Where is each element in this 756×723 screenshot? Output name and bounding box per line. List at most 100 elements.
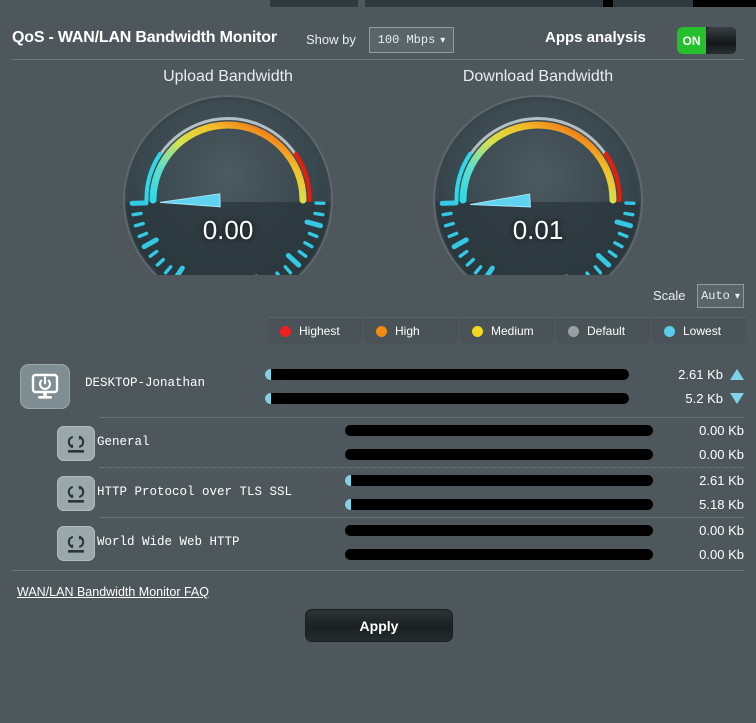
- device-upload-value-line: 2.61 Kb: [624, 366, 744, 383]
- legend-label: Medium: [491, 324, 534, 338]
- app-values: 0.00 Kb 0.00 Kb: [624, 522, 744, 563]
- app-download-value: 0.00 Kb: [699, 547, 744, 562]
- chevron-down-icon: ▾: [440, 34, 446, 46]
- toggle-on-label: ON: [677, 27, 706, 54]
- app-upload-bar: [345, 425, 653, 436]
- app-download-value: 0.00 Kb: [699, 447, 744, 462]
- legend-label: Lowest: [683, 324, 722, 338]
- bar-fill: [345, 499, 351, 510]
- app-traffic-icon: [57, 426, 95, 461]
- app-bars: [345, 425, 653, 460]
- value-spacer: [624, 489, 744, 496]
- app-row[interactable]: General 0.00 Kb 0.00 Kb: [0, 417, 756, 467]
- upload-gauge-dial: [123, 95, 333, 275]
- device-download-value: 5.2 Kb: [685, 391, 723, 406]
- upload-gauge-value: 0.00: [202, 215, 254, 245]
- bar-fill: [265, 369, 271, 380]
- download-gauge-value: 0.01: [512, 215, 564, 245]
- device-download-value-line: 5.2 Kb: [624, 390, 744, 407]
- device-values: 2.61 Kb 5.2 Kb: [624, 366, 744, 407]
- app-download-value: 5.18 Kb: [699, 497, 744, 512]
- bar-track: [345, 499, 653, 510]
- row-separator: [100, 517, 744, 518]
- device-bars: [265, 369, 629, 404]
- priority-dot-icon: [280, 325, 291, 337]
- device-name: DESKTOP-Jonathan: [85, 376, 206, 390]
- app-download-value-line: 5.18 Kb: [624, 496, 744, 513]
- toggle-knob[interactable]: [706, 27, 736, 54]
- device-row[interactable]: DESKTOP-Jonathan 2.61 Kb 5.2 Kb: [0, 355, 756, 417]
- priority-dot-icon: [376, 325, 387, 337]
- upload-bandwidth-gauge: Upload Bandwidth 0.00: [108, 60, 348, 275]
- download-arrow-icon: [730, 393, 744, 404]
- app-download-bar: [345, 499, 653, 510]
- app-bars: [345, 525, 653, 560]
- priority-legend: Highest High Medium Default Lowest: [268, 317, 746, 344]
- show-by-value: 100 Mbps: [377, 33, 436, 47]
- bar-track: [345, 525, 653, 536]
- app-upload-bar: [345, 525, 653, 536]
- apps-analysis-toggle[interactable]: ON: [677, 27, 736, 54]
- legend-label: Default: [587, 324, 626, 338]
- app-row[interactable]: HTTP Protocol over TLS SSL 2.61 Kb 5.18 …: [0, 467, 756, 517]
- legend-item-high[interactable]: High: [364, 317, 458, 344]
- app-name: HTTP Protocol over TLS SSL: [97, 485, 293, 499]
- legend-item-medium[interactable]: Medium: [460, 317, 554, 344]
- device-upload-value: 2.61 Kb: [678, 367, 723, 382]
- app-upload-value: 0.00 Kb: [699, 423, 744, 438]
- download-gauge-dial: [433, 95, 643, 275]
- legend-item-highest[interactable]: Highest: [268, 317, 362, 344]
- device-download-bar: [265, 393, 629, 404]
- app-upload-value: 2.61 Kb: [699, 473, 744, 488]
- scale-select[interactable]: Auto ▾: [697, 284, 744, 308]
- bar-spacer: [345, 436, 653, 449]
- app-values: 0.00 Kb 0.00 Kb: [624, 422, 744, 463]
- bar-spacer: [265, 380, 629, 393]
- apps-analysis-label: Apps analysis: [545, 29, 646, 46]
- chevron-down-icon: ▾: [734, 290, 740, 302]
- list-bottom-divider: [12, 570, 744, 571]
- app-download-value-line: 0.00 Kb: [624, 546, 744, 563]
- row-separator: [100, 467, 744, 468]
- upload-gauge-title: Upload Bandwidth: [163, 68, 293, 85]
- bar-track: [345, 425, 653, 436]
- qos-bandwidth-monitor-page: QoS - WAN/LAN Bandwidth Monitor Show by …: [0, 0, 756, 723]
- bar-track: [345, 549, 653, 560]
- app-row[interactable]: World Wide Web HTTP 0.00 Kb 0.00 Kb: [0, 517, 756, 567]
- app-traffic-icon: [57, 526, 95, 561]
- value-spacer: [624, 383, 744, 390]
- app-upload-bar: [345, 475, 653, 486]
- show-by-label: Show by: [306, 32, 356, 47]
- legend-item-lowest[interactable]: Lowest: [652, 317, 746, 344]
- priority-dot-icon: [664, 325, 675, 337]
- upload-arrow-icon: [730, 369, 744, 380]
- page-header: QoS - WAN/LAN Bandwidth Monitor Show by …: [0, 9, 756, 60]
- app-upload-value-line: 2.61 Kb: [624, 472, 744, 489]
- bar-track: [345, 475, 653, 486]
- app-upload-value: 0.00 Kb: [699, 523, 744, 538]
- app-upload-value-line: 0.00 Kb: [624, 422, 744, 439]
- row-separator: [100, 417, 744, 418]
- bar-track: [265, 369, 629, 380]
- faq-link[interactable]: WAN/LAN Bandwidth Monitor FAQ: [17, 585, 209, 599]
- apply-button[interactable]: Apply: [305, 609, 453, 642]
- bar-spacer: [345, 486, 653, 499]
- bar-track: [265, 393, 629, 404]
- legend-label: High: [395, 324, 420, 338]
- show-by-select[interactable]: 100 Mbps ▾: [369, 27, 454, 53]
- app-download-value-line: 0.00 Kb: [624, 446, 744, 463]
- legend-label: Highest: [299, 324, 340, 338]
- scale-label: Scale: [653, 288, 686, 303]
- value-spacer: [624, 539, 744, 546]
- scale-value: Auto: [701, 289, 730, 303]
- app-download-bar: [345, 549, 653, 560]
- app-name: World Wide Web HTTP: [97, 535, 240, 549]
- bar-fill: [265, 393, 271, 404]
- app-traffic-icon: [57, 476, 95, 511]
- legend-item-default[interactable]: Default: [556, 317, 650, 344]
- app-name: General: [97, 435, 150, 449]
- app-download-bar: [345, 449, 653, 460]
- monitor-power-icon: [20, 364, 70, 409]
- bar-track: [345, 449, 653, 460]
- device-upload-bar: [265, 369, 629, 380]
